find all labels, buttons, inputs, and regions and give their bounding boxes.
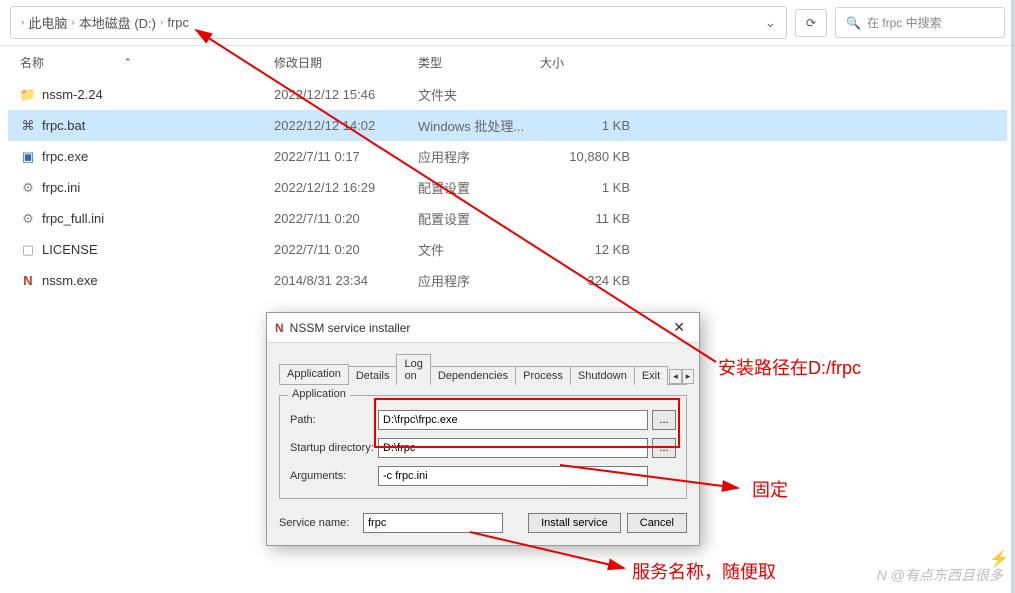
close-button[interactable]: ✕ <box>667 319 691 336</box>
file-type: 配置设置 <box>418 178 540 197</box>
table-row[interactable]: ⚙ frpc_full.ini 2022/7/11 0:20配置设置11 KB <box>8 203 1007 234</box>
search-input[interactable]: 🔍 在 frpc 中搜索 <box>835 7 1005 38</box>
ini-file-icon: ⚙ <box>20 211 36 227</box>
folder-icon: 📁 <box>20 87 36 103</box>
nssm-dialog: N NSSM service installer ✕ Application D… <box>266 312 700 546</box>
tab-exit[interactable]: Exit <box>634 366 668 385</box>
file-type: 应用程序 <box>418 271 540 290</box>
file-date: 2014/8/31 23:34 <box>274 273 418 288</box>
header-date[interactable]: 修改日期 <box>274 54 418 71</box>
file-list: 📁 nssm-2.24 2022/12/12 15:46文件夹 ⌘ frpc.bat 20… <box>0 77 1015 298</box>
file-name: frpc.ini <box>42 180 80 195</box>
exe-file-icon: ▣ <box>20 149 36 165</box>
chevron-right-icon: › <box>160 17 163 28</box>
file-type: Windows 批处理... <box>418 116 540 135</box>
search-placeholder: 在 frpc 中搜索 <box>867 14 942 31</box>
file-size: 11 KB <box>540 211 630 226</box>
annotation-service-name: 服务名称，随便取 <box>632 558 776 584</box>
file-type: 应用程序 <box>418 147 540 166</box>
chevron-right-icon: › <box>21 17 24 28</box>
table-row[interactable]: Nnssm.exe 2014/8/31 23:34应用程序324 KB <box>8 265 1007 296</box>
file-date: 2022/12/12 16:29 <box>274 180 418 195</box>
file-size: 1 KB <box>540 118 630 133</box>
application-group: Application Path: ... Startup directory:… <box>279 395 687 499</box>
watermark: N @有点东西且很多 <box>877 565 1003 585</box>
tab-scroll-left[interactable]: ◂ <box>669 369 682 384</box>
header-size[interactable]: 大小 <box>540 54 630 71</box>
breadcrumb[interactable]: › 此电脑 › 本地磁盘 (D:) › frpc ⌄ <box>10 6 787 39</box>
table-row[interactable]: ▣ frpc.exe 2022/7/11 0:17应用程序10,880 KB <box>8 141 1007 172</box>
search-icon: 🔍 <box>846 16 861 30</box>
file-date: 2022/7/11 0:17 <box>274 149 418 164</box>
table-row[interactable]: ⌘ frpc.bat 2022/12/12 14:02Windows 批处理...1… <box>8 110 1007 141</box>
dialog-title: NSSM service installer <box>290 321 411 335</box>
table-row[interactable]: 📁 nssm-2.24 2022/12/12 15:46文件夹 <box>8 79 1007 110</box>
tab-logon[interactable]: Log on <box>396 354 430 385</box>
crumb-folder[interactable]: frpc <box>167 15 189 30</box>
close-icon: ✕ <box>673 319 685 335</box>
tab-shutdown[interactable]: Shutdown <box>570 366 635 385</box>
browse-startup-button[interactable]: ... <box>652 438 676 458</box>
file-name: nssm.exe <box>42 273 98 288</box>
file-size: 324 KB <box>540 273 630 288</box>
sort-caret-icon: ⌃ <box>124 57 132 68</box>
browse-path-button[interactable]: ... <box>652 410 676 430</box>
file-date: 2022/7/11 0:20 <box>274 242 418 257</box>
table-row[interactable]: ⚙ frpc.ini 2022/12/12 16:29配置设置1 KB <box>8 172 1007 203</box>
bolt-icon: ⚡ <box>989 549 1009 569</box>
file-date: 2022/12/12 15:46 <box>274 87 418 102</box>
tabs: Application Details Log on Dependencies … <box>279 353 687 385</box>
refresh-button[interactable]: ⟳ <box>795 9 827 37</box>
right-edge <box>1011 0 1015 593</box>
crumb-pc[interactable]: 此电脑 <box>28 13 67 32</box>
file-size: 12 KB <box>540 242 630 257</box>
nssm-icon: N <box>275 321 284 335</box>
annotation-install-path: 安装路径在D:/frpc <box>718 354 861 380</box>
label-startup: Startup directory: <box>290 442 374 454</box>
nssm-exe-icon: N <box>20 273 36 289</box>
header-name[interactable]: 名称 ⌃ <box>20 54 274 71</box>
file-size: 10,880 KB <box>540 149 630 164</box>
file-name: nssm-2.24 <box>42 87 103 102</box>
ini-file-icon: ⚙ <box>20 180 36 196</box>
label-path: Path: <box>290 414 374 426</box>
bat-file-icon: ⌘ <box>20 118 36 134</box>
service-name-input[interactable] <box>363 513 503 533</box>
file-date: 2022/7/11 0:20 <box>274 211 418 226</box>
refresh-icon: ⟳ <box>806 16 816 30</box>
startup-input[interactable] <box>378 438 648 458</box>
tab-process[interactable]: Process <box>515 366 571 385</box>
file-name: frpc_full.ini <box>42 211 104 226</box>
chevron-down-icon[interactable]: ⌄ <box>765 15 776 31</box>
file-name: frpc.exe <box>42 149 88 164</box>
cancel-button[interactable]: Cancel <box>627 513 687 533</box>
tab-scroll-right[interactable]: ▸ <box>682 369 695 384</box>
group-title: Application <box>288 388 350 400</box>
file-type: 文件 <box>418 240 540 259</box>
crumb-drive[interactable]: 本地磁盘 (D:) <box>79 13 156 32</box>
file-date: 2022/12/12 14:02 <box>274 118 418 133</box>
file-type: 文件夹 <box>418 85 540 104</box>
file-size: 1 KB <box>540 180 630 195</box>
file-type: 配置设置 <box>418 209 540 228</box>
tab-application[interactable]: Application <box>279 364 349 384</box>
annotation-fixed: 固定 <box>752 476 788 502</box>
tab-dependencies[interactable]: Dependencies <box>430 366 516 385</box>
arguments-input[interactable] <box>378 466 648 486</box>
path-input[interactable] <box>378 410 648 430</box>
label-arguments: Arguments: <box>290 470 374 482</box>
chevron-right-icon: › <box>71 17 74 28</box>
file-icon: ▢ <box>20 242 36 258</box>
file-name: frpc.bat <box>42 118 85 133</box>
file-name: LICENSE <box>42 242 98 257</box>
column-headers: 名称 ⌃ 修改日期 类型 大小 <box>0 46 1015 77</box>
label-service-name: Service name: <box>279 517 357 529</box>
table-row[interactable]: ▢ LICENSE 2022/7/11 0:20文件12 KB <box>8 234 1007 265</box>
tab-details[interactable]: Details <box>348 366 398 385</box>
install-service-button[interactable]: Install service <box>528 513 621 533</box>
header-type[interactable]: 类型 <box>418 54 540 71</box>
dialog-titlebar[interactable]: N NSSM service installer ✕ <box>267 313 699 343</box>
